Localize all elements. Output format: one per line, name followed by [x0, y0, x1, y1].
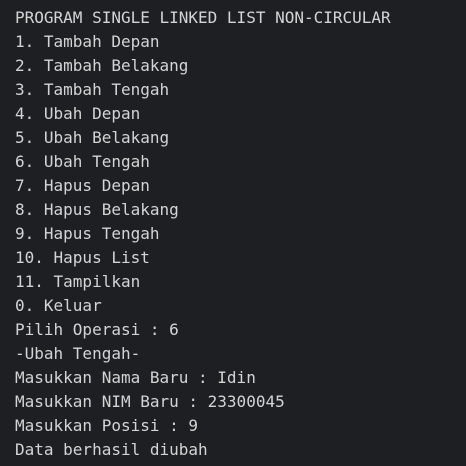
menu-item-tampilkan: 11. Tampilkan: [15, 272, 141, 291]
section-header-ubah-tengah: -Ubah Tengah-: [15, 344, 141, 363]
menu-item-ubah-belakang: 5. Ubah Belakang: [15, 128, 170, 147]
prompt-pilih-operasi: Pilih Operasi : 6: [15, 320, 179, 339]
menu-item-keluar: 0. Keluar: [15, 296, 102, 315]
menu-item-tambah-tengah: 3. Tambah Tengah: [15, 80, 170, 99]
program-title: PROGRAM SINGLE LINKED LIST NON-CIRCULAR: [15, 8, 391, 27]
menu-item-ubah-depan: 4. Ubah Depan: [15, 104, 141, 123]
menu-item-ubah-tengah: 6. Ubah Tengah: [15, 152, 150, 171]
status-message: Data berhasil diubah: [15, 440, 208, 459]
menu-item-tambah-depan: 1. Tambah Depan: [15, 32, 160, 51]
prompt-posisi: Masukkan Posisi : 9: [15, 416, 199, 435]
menu-item-hapus-tengah: 9. Hapus Tengah: [15, 224, 160, 243]
menu-item-hapus-depan: 7. Hapus Depan: [15, 176, 150, 195]
terminal-output[interactable]: PROGRAM SINGLE LINKED LIST NON-CIRCULAR …: [0, 0, 466, 466]
menu-item-tambah-belakang: 2. Tambah Belakang: [15, 56, 189, 75]
prompt-nim-baru: Masukkan NIM Baru : 23300045: [15, 392, 285, 411]
menu-item-hapus-list: 10. Hapus List: [15, 248, 150, 267]
menu-item-hapus-belakang: 8. Hapus Belakang: [15, 200, 179, 219]
prompt-nama-baru: Masukkan Nama Baru : Idin: [15, 368, 256, 387]
